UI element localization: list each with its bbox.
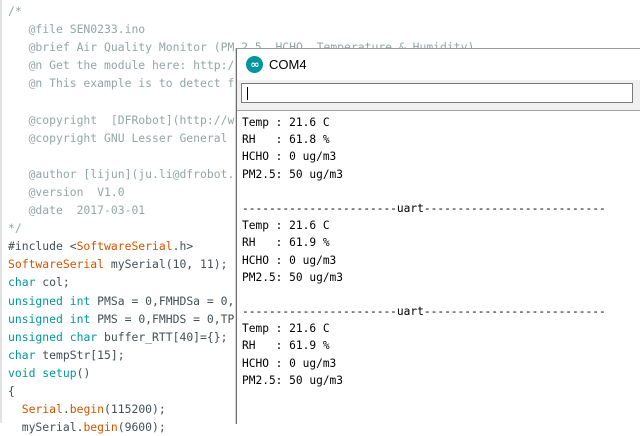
code-line: @file SEN0233.ino	[8, 20, 474, 38]
code-token: @copyright [DFRobot](http://w	[8, 112, 235, 127]
output-line: HCHO : 0 ug/m3	[242, 253, 337, 267]
output-line: Temp : 21.6 C	[242, 219, 330, 233]
code-token: .	[62, 402, 70, 417]
code-token: @file SEN0233.ino	[8, 22, 146, 37]
code-token: int	[69, 311, 91, 326]
code-token: PMS = 0,FMHDS = 0,TP	[90, 311, 235, 326]
output-line: RH : 61.8 %	[242, 133, 330, 147]
editor-gutter	[0, 0, 2, 423]
code-token: PMSa = 0,FMHDSa = 0,	[90, 293, 235, 308]
code-token: (115200);	[104, 402, 166, 417]
code-token: char	[8, 275, 36, 290]
code-token: SoftwareSerial	[76, 239, 173, 254]
serial-monitor-window[interactable]: ∞ COM4 Temp : 21.6 C RH : 61.8 % HCHO : 0 …	[236, 48, 640, 424]
window-title: COM4	[269, 57, 307, 72]
code-token: */	[8, 221, 22, 236]
code-token: buffer_RTT[40]={};	[97, 329, 228, 344]
code-token: /*	[8, 4, 22, 18]
code-token: char	[69, 329, 98, 344]
output-line: PM2.5: 50 ug/m3	[242, 373, 344, 387]
code-token: begin	[69, 402, 105, 417]
serial-monitor-titlebar[interactable]: ∞ COM4	[237, 49, 640, 80]
output-line	[242, 183, 606, 200]
output-line	[242, 286, 606, 303]
code-token: {	[8, 383, 15, 398]
code-token: void	[8, 365, 36, 380]
serial-output-lines: Temp : 21.6 C RH : 61.8 % HCHO : 0 ug/m3 PM…	[242, 114, 606, 389]
send-row	[237, 80, 640, 110]
separator-line: -----------------------uart-------------…	[242, 201, 606, 215]
code-token: setup	[42, 365, 77, 380]
output-line: Temp : 21.6 C	[242, 322, 330, 336]
code-token: mySerial.	[8, 420, 84, 435]
code-token: @n This example is to detect f	[8, 76, 235, 91]
serial-output[interactable]: Temp : 21.6 C RH : 61.8 % HCHO : 0 ug/m3 PM…	[237, 110, 640, 424]
code-token: @date 2017-03-01	[8, 203, 146, 218]
code-token: .h>	[172, 239, 194, 254]
code-token: Serial	[21, 402, 63, 417]
code-token: begin	[83, 420, 118, 435]
code-line: /*	[8, 2, 474, 20]
code-token: mySerial(10, 11);	[104, 257, 228, 272]
send-input[interactable]	[241, 83, 633, 103]
code-token: @version V1.0	[8, 184, 125, 199]
code-token: @author [lijun](ju.li@dfrobot.	[8, 166, 235, 181]
code-token: unsigned	[8, 329, 63, 344]
separator-line: -----------------------uart-------------…	[242, 305, 606, 319]
output-line: PM2.5: 50 ug/m3	[242, 270, 344, 284]
code-token: unsigned	[8, 311, 63, 326]
output-line: RH : 61.9 %	[242, 339, 330, 353]
output-line: HCHO : 0 ug/m3	[242, 150, 337, 164]
output-line: HCHO : 0 ug/m3	[242, 356, 337, 370]
text-caret	[247, 87, 248, 100]
code-token: SoftwareSerial	[8, 257, 105, 272]
code-token: @copyright GNU Lesser General	[8, 130, 228, 145]
code-token: char	[8, 347, 36, 362]
code-token: ()	[76, 365, 91, 380]
output-line: RH : 61.9 %	[242, 236, 330, 250]
code-token: tempStr[15];	[35, 347, 125, 362]
code-token: (9600);	[117, 420, 166, 435]
code-token: @n Get the module here: http://	[8, 58, 242, 73]
code-token: int	[69, 293, 91, 308]
code-token: #include <	[8, 239, 77, 254]
output-line: PM2.5: 50 ug/m3	[242, 167, 344, 181]
code-token: col;	[35, 275, 70, 290]
output-line: Temp : 21.6 C	[242, 116, 330, 129]
arduino-icon: ∞	[246, 56, 263, 73]
code-token: unsigned	[8, 293, 63, 308]
